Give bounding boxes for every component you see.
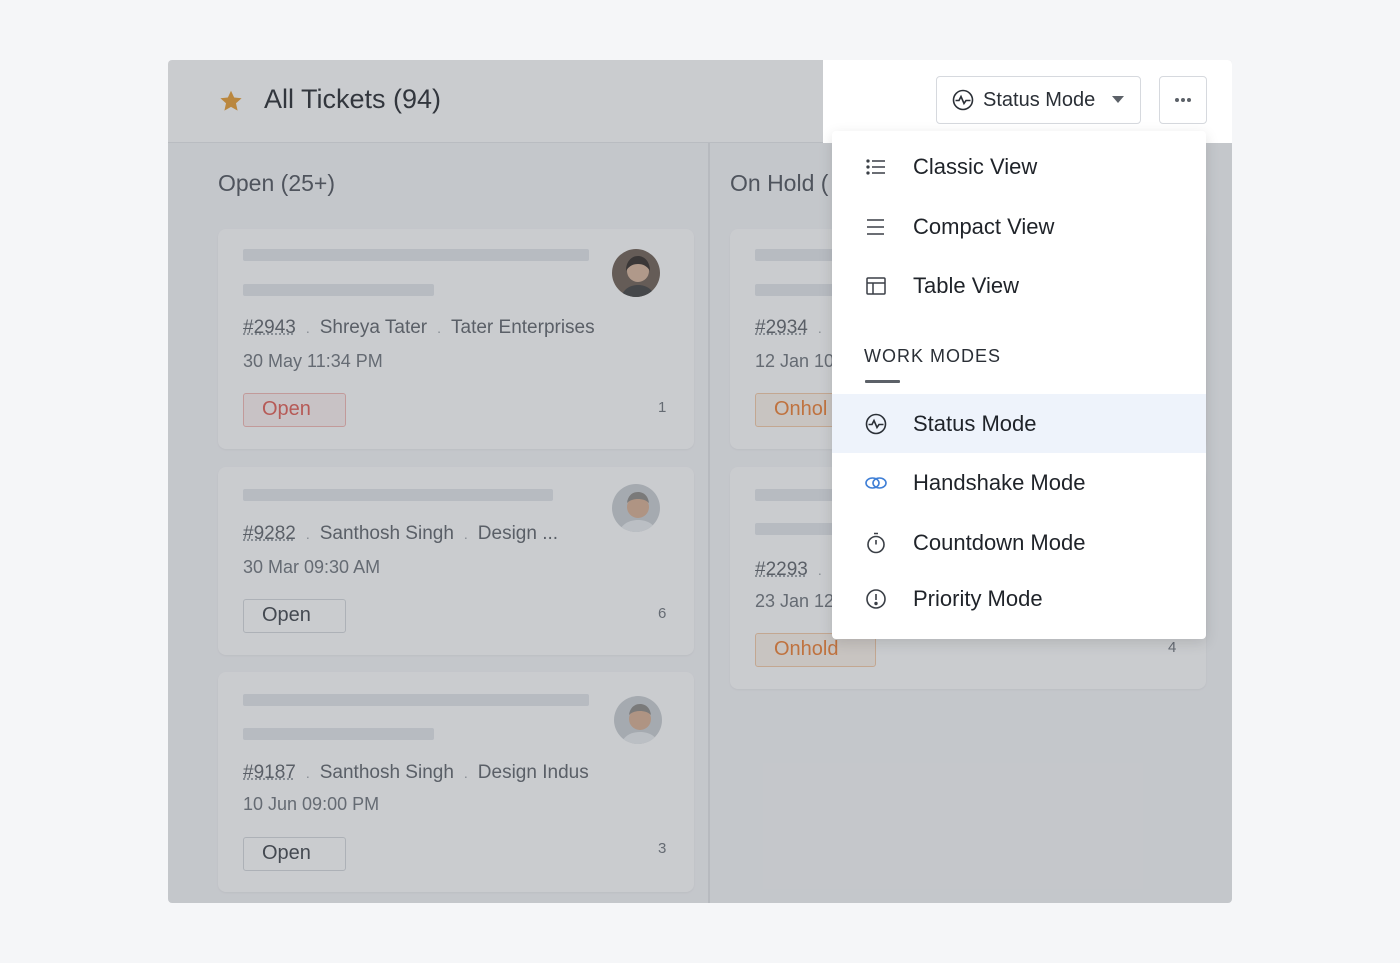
column-title: Open (25+) [218, 170, 335, 196]
ticket-id[interactable]: #9187 [243, 762, 296, 783]
column-title: On Hold ( [730, 170, 829, 196]
menu-item-priority-mode[interactable]: Priority Mode [832, 569, 1206, 628]
list-icon [866, 159, 885, 175]
ticket-meta: #2934. [755, 317, 822, 338]
menu-item-label: Handshake Mode [913, 469, 1086, 495]
page-title: All Tickets (94) [264, 84, 442, 114]
more-horizontal-icon [1175, 98, 1191, 102]
thread-count: 4 [1168, 639, 1177, 656]
column-open: Open (25+) #2943. Shreya Tater. Tater Ente… [168, 143, 710, 903]
ticket-id[interactable]: #2293 [755, 559, 808, 580]
star-icon[interactable] [218, 88, 244, 114]
menu-item-table-view[interactable]: Table View [832, 256, 1206, 315]
menu-item-label: Priority Mode [913, 585, 1043, 611]
more-options-button[interactable] [1159, 76, 1207, 124]
placeholder-line [243, 489, 553, 501]
contact-name[interactable]: Santhosh Singh [320, 523, 454, 544]
view-mode-menu: Classic View Compact View Table View WOR… [832, 131, 1206, 639]
contact-name[interactable]: Shreya Tater [320, 317, 427, 338]
menu-item-label: Countdown Mode [913, 529, 1086, 555]
menu-item-label: Compact View [913, 213, 1055, 239]
lines-icon [867, 219, 884, 235]
ticket-id[interactable]: #2934 [755, 317, 808, 338]
status-icon [865, 413, 887, 435]
menu-item-label: Classic View [913, 153, 1038, 179]
ticket-meta: #2943. Shreya Tater. Tater Enterprises [243, 317, 595, 338]
placeholder-line [243, 728, 434, 740]
ticket-id[interactable]: #9282 [243, 523, 296, 544]
avatar[interactable] [610, 247, 662, 299]
ticket-date: 23 Jan 12 [755, 591, 835, 611]
thread-count: 6 [658, 605, 667, 622]
thread-count: 3 [658, 840, 667, 857]
ticket-card[interactable]: #9282. Santhosh Singh. Design ... 30 Mar 0… [218, 467, 694, 655]
table-icon [866, 277, 886, 295]
avatar[interactable] [612, 694, 664, 746]
ticket-card[interactable]: #2943. Shreya Tater. Tater Enterprises 30 … [218, 229, 694, 449]
ticket-meta: #2293. [755, 559, 822, 580]
menu-item-handshake-mode[interactable]: Handshake Mode [832, 453, 1206, 512]
status-mode-dropdown[interactable]: Status Mode [936, 76, 1141, 124]
thread-count: 1 [658, 399, 667, 416]
menu-item-compact-view[interactable]: Compact View [832, 197, 1206, 256]
menu-item-label: Table View [913, 272, 1019, 298]
priority-icon [866, 589, 886, 609]
menu-item-countdown-mode[interactable]: Countdown Mode [832, 513, 1206, 572]
ticket-date: 12 Jan 10 [755, 351, 835, 371]
ticket-card[interactable]: #9187. Santhosh Singh. Design Indus 10 Jun… [218, 672, 694, 892]
tickets-app: All Tickets (94) Open (25+) #2943. Shreya… [168, 60, 1232, 903]
ticket-meta: #9187. Santhosh Singh. Design Indus [243, 762, 589, 783]
section-heading: WORK MODES [864, 346, 1002, 366]
menu-item-status-mode[interactable]: Status Mode [832, 394, 1206, 453]
account-name[interactable]: Design Indus [478, 762, 589, 783]
menu-item-label: Status Mode [913, 410, 1037, 436]
handshake-icon [865, 477, 887, 489]
status-badge[interactable]: Open [243, 393, 346, 427]
placeholder-line [243, 694, 589, 706]
status-badge[interactable]: Open [243, 837, 346, 871]
status-mode-label: Status Mode [983, 88, 1096, 111]
contact-name[interactable]: Santhosh Singh [320, 762, 454, 783]
status-icon [952, 89, 974, 111]
ticket-id[interactable]: #2943 [243, 317, 296, 338]
chevron-down-icon [1112, 96, 1124, 103]
menu-item-classic-view[interactable]: Classic View [832, 137, 1206, 196]
avatar[interactable] [610, 482, 662, 534]
placeholder-line [243, 284, 434, 296]
placeholder-line [243, 249, 589, 261]
account-name[interactable]: Design ... [478, 523, 558, 544]
ticket-date: 30 Mar 09:30 AM [243, 557, 381, 577]
ticket-date: 10 Jun 09:00 PM [243, 794, 380, 814]
ticket-date: 30 May 11:34 PM [243, 351, 383, 371]
status-badge[interactable]: Open [243, 599, 346, 633]
account-name[interactable]: Tater Enterprises [451, 317, 595, 338]
timer-icon [867, 532, 885, 554]
section-divider [865, 380, 900, 383]
ticket-meta: #9282. Santhosh Singh. Design ... [243, 523, 559, 544]
